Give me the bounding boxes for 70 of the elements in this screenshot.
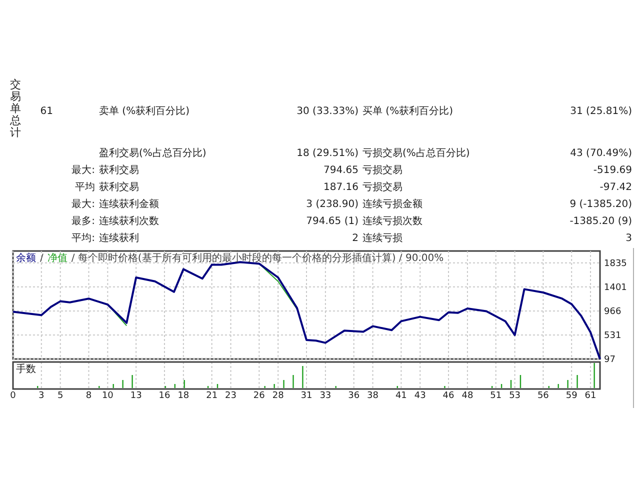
legend-label: 净值: [47, 253, 68, 264]
axis-label: 28: [272, 391, 284, 401]
axis-label: 51: [490, 391, 502, 401]
axis-label: 23: [225, 391, 236, 401]
axis-label: 59: [566, 391, 578, 401]
axis-label: 8: [86, 391, 92, 401]
axis-label: 1401: [604, 282, 627, 293]
stat-label: 获利交易: [99, 182, 139, 193]
legend-label: 余额: [16, 253, 36, 264]
axis-label: 48: [462, 391, 474, 401]
axis-label: 16: [158, 391, 170, 401]
stat-label: 连续亏损金额: [362, 199, 422, 210]
stat-value: 31 (25.81%): [570, 106, 632, 117]
stat-label: 连续亏损次数: [362, 216, 422, 227]
stat-label: 盈利交易(%占总百分比): [99, 148, 206, 159]
stat-label: 连续获利次数: [99, 216, 159, 227]
axis-label: 97: [604, 355, 616, 365]
stat-value: 794.65: [324, 165, 358, 176]
stat-value: 3: [626, 233, 632, 244]
row-prefix: 最大:: [72, 199, 95, 210]
axis-label: 21: [206, 391, 218, 401]
axis-label: 43: [414, 391, 426, 401]
axis-label: 531: [604, 331, 622, 341]
panel-title: 手数: [16, 364, 36, 375]
axis-label: 36: [348, 391, 360, 401]
row-prefix: 平均:: [72, 233, 95, 244]
axis-label: 53: [509, 391, 521, 401]
stat-value: 794.65 (1): [306, 216, 358, 227]
axis-label: 56: [537, 391, 549, 401]
axis-label: 966: [604, 306, 622, 317]
stat-label: 连续亏损: [362, 233, 402, 244]
axis-label: 33: [320, 391, 332, 401]
total-count: 61: [40, 106, 53, 117]
stat-label: 亏损交易: [362, 182, 402, 193]
stat-value: 18 (29.51%): [296, 148, 358, 159]
axis-label: 38: [367, 391, 378, 401]
stat-value: 187.16: [324, 182, 358, 193]
section-title: 交易单总计: [10, 79, 21, 141]
stat-label: 连续获利金额: [99, 199, 159, 210]
stat-label: 获利交易: [99, 165, 139, 176]
axis-label: 31: [300, 391, 312, 401]
axis-label: 10: [102, 391, 114, 401]
axis-label: 61: [584, 391, 596, 401]
row-prefix: 最大:: [72, 165, 95, 176]
stat-value: 43 (70.49%): [570, 148, 632, 159]
stat-value: -519.69: [593, 165, 632, 176]
stat-value: 9 (-1385.20): [570, 199, 632, 210]
legend-label: / 每个即时价格(基于所有可利用的最小时段的每一个价格的分形插值计算) / 90.00%: [71, 253, 444, 264]
stat-value: 2: [352, 233, 358, 244]
axis-label: 41: [395, 391, 407, 401]
stat-value: -97.42: [600, 182, 632, 193]
axis-label: 26: [253, 391, 265, 401]
legend-label: /: [40, 253, 44, 264]
stat-label: 连续获利: [99, 233, 139, 244]
stat-value: 3 (238.90): [306, 199, 358, 210]
stat-value: -1385.20 (9): [570, 216, 632, 227]
stat-label: 亏损交易: [362, 165, 402, 176]
row-prefix: 最多:: [72, 216, 95, 227]
axis-label: 5: [57, 391, 64, 401]
stat-label: 亏损交易(%占总百分比): [362, 148, 470, 159]
axis-label: 13: [130, 391, 142, 401]
axis-label: 3: [38, 391, 44, 401]
row-prefix: 平均: [75, 182, 95, 193]
stat-value: 30 (33.33%): [296, 106, 358, 117]
axis-label: 0: [10, 391, 16, 401]
axis-label: 46: [442, 391, 454, 401]
stat-label: 卖单 (%获利百分比): [99, 106, 190, 117]
axis-label: 1835: [604, 258, 627, 269]
axis-label: 18: [178, 391, 190, 401]
stat-label: 买单 (%获利百分比): [362, 106, 453, 117]
